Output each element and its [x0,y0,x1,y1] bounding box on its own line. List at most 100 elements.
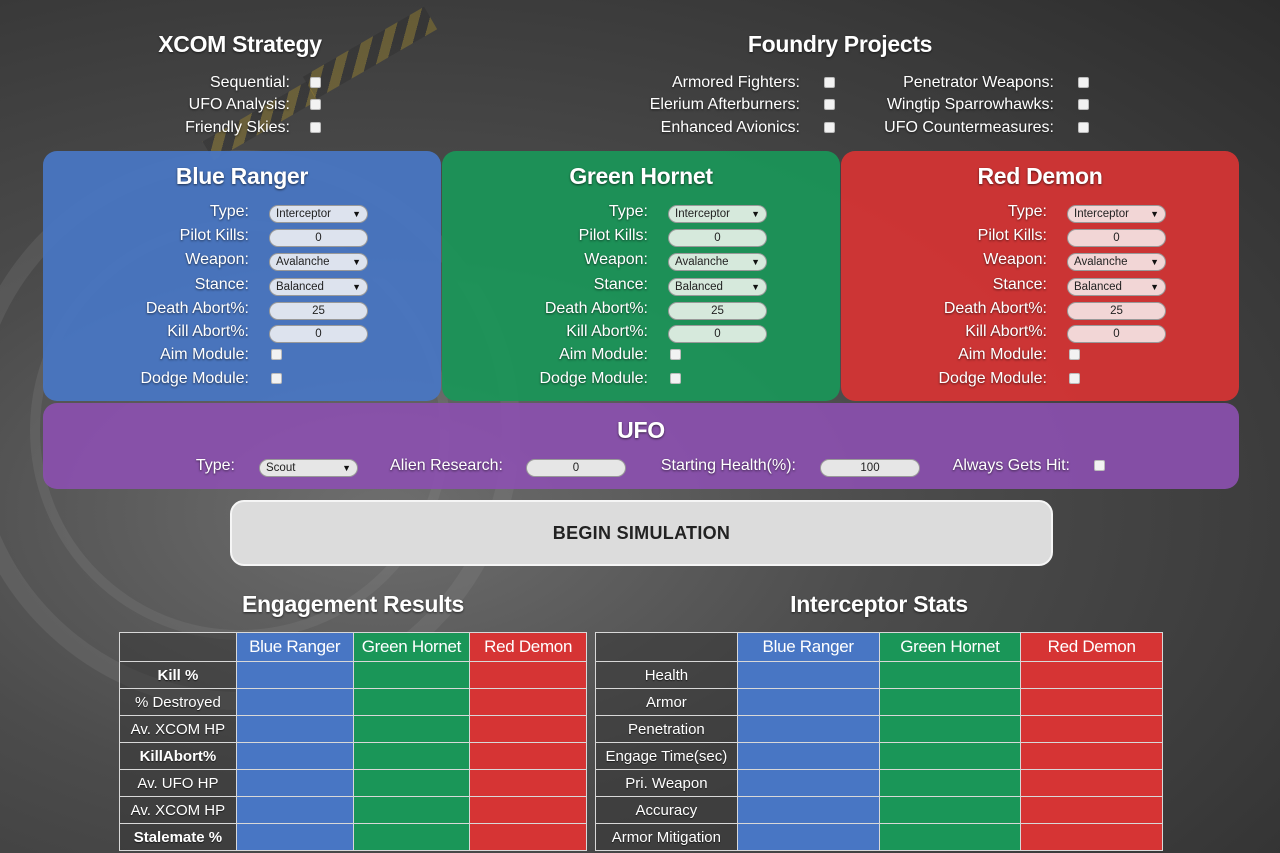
table-cell-green-hornet [878,715,1022,743]
strategy-sequential-checkbox[interactable] [310,77,321,88]
field-label-type: Type: [1007,203,1047,220]
select-value: Avalanche [1074,255,1128,268]
ufo-type-value: Scout [266,461,296,474]
interceptor-stats-title: Interceptor Stats [790,591,968,617]
select-value: Balanced [276,280,324,293]
blue-ranger-kill-abort-input[interactable]: 0 [269,325,368,343]
ufo-always-hit-checkbox[interactable] [1094,460,1105,471]
table-cell-blue-ranger [235,742,354,770]
ufo-type-label: Type: [195,457,235,474]
foundry-armored-fighters-checkbox[interactable] [824,77,835,88]
ufo-health-input[interactable]: 100 [820,459,920,477]
red-demon-type-select[interactable]: Interceptor ▼ [1067,205,1166,223]
strategy-friendly-skies-checkbox[interactable] [310,122,321,133]
blue-ranger-weapon-select[interactable]: Avalanche ▼ [269,253,368,271]
select-value: Interceptor [276,207,331,220]
foundry-wingtip-sparrowhawks-checkbox[interactable] [1078,99,1089,110]
chevron-down-icon: ▼ [751,256,760,267]
column-header-red-demon: Red Demon [469,632,587,662]
table-cell-blue-ranger [235,769,354,797]
red-demon-death-abort-input[interactable]: 25 [1067,302,1166,320]
table-cell-blue-ranger [736,769,880,797]
blue-ranger-death-abort-input[interactable]: 25 [269,302,368,320]
table-cell-red-demon [469,769,587,797]
table-cell-green-hornet [878,823,1022,851]
table-cell-red-demon [1020,661,1163,689]
select-value: Avalanche [675,255,729,268]
row-header: KillAbort% [119,742,237,770]
field-label-stance: Stance: [593,276,648,293]
row-header: Pri. Weapon [595,769,738,797]
green-hornet-aim-module-checkbox[interactable] [670,349,681,360]
red-demon-pilot-kills-input[interactable]: 0 [1067,229,1166,247]
chevron-down-icon: ▼ [342,462,351,473]
strategy-title: XCOM Strategy [158,31,322,57]
field-label-stance: Stance: [992,276,1047,293]
strategy-option-label: UFO Analysis: [188,96,290,113]
field-label-death-abort: Death Abort%: [943,300,1047,317]
red-demon-kill-abort-input[interactable]: 0 [1067,325,1166,343]
green-hornet-type-select[interactable]: Interceptor ▼ [668,205,767,223]
field-label-weapon: Weapon: [185,251,249,268]
row-header: Armor Mitigation [595,823,738,851]
foundry-option-label: Elerium Afterburners: [649,96,800,113]
strategy-ufo-analysis-checkbox[interactable] [310,99,321,110]
table-cell-blue-ranger [235,661,354,689]
field-label-type: Type: [209,203,249,220]
engagement-results-title: Engagement Results [241,591,465,617]
green-hornet-kill-abort-input[interactable]: 0 [668,325,767,343]
table-cell-green-hornet [352,661,471,689]
foundry-enhanced-avionics-checkbox[interactable] [824,122,835,133]
green-hornet-dodge-module-checkbox[interactable] [670,373,681,384]
chevron-down-icon: ▼ [1150,281,1159,292]
blue-ranger-type-select[interactable]: Interceptor ▼ [269,205,368,223]
field-label-kill-abort: Kill Abort%: [965,323,1047,340]
field-label-weapon: Weapon: [983,251,1047,268]
red-demon-stance-select[interactable]: Balanced ▼ [1067,278,1166,296]
select-value: Interceptor [675,207,730,220]
strategy-option-label: Friendly Skies: [185,119,290,136]
field-label-dodge-module: Dodge Module: [539,370,648,387]
blue-ranger-aim-module-checkbox[interactable] [271,349,282,360]
green-hornet-weapon-select[interactable]: Avalanche ▼ [668,253,767,271]
blue-ranger-stance-select[interactable]: Balanced ▼ [269,278,368,296]
table-cell-blue-ranger [235,796,354,824]
field-label-pilot-kills: Pilot Kills: [977,227,1047,244]
table-cell-red-demon [1020,769,1163,797]
table-cell-green-hornet [878,742,1022,770]
table-row: Health [595,661,1163,689]
table-cell-red-demon [1020,715,1163,743]
foundry-option-label: Wingtip Sparrowhawks: [886,96,1054,113]
row-header: Engage Time(sec) [595,742,738,770]
ufo-research-input[interactable]: 0 [526,459,626,477]
chevron-down-icon: ▼ [352,281,361,292]
foundry-penetrator-weapons-checkbox[interactable] [1078,77,1089,88]
blue-ranger-pilot-kills-input[interactable]: 0 [269,229,368,247]
foundry-ufo-countermeasures-checkbox[interactable] [1078,122,1089,133]
table-corner-cell [119,632,237,662]
red-demon-weapon-select[interactable]: Avalanche ▼ [1067,253,1166,271]
red-demon-dodge-module-checkbox[interactable] [1069,373,1080,384]
foundry-option-label: Penetrator Weapons: [903,74,1054,91]
green-hornet-death-abort-input[interactable]: 25 [668,302,767,320]
field-label-kill-abort: Kill Abort%: [167,323,249,340]
table-cell-blue-ranger [736,823,880,851]
table-row: Av. XCOM HP [119,715,587,743]
ufo-always-hit-label: Always Gets Hit: [952,457,1070,474]
green-hornet-stance-select[interactable]: Balanced ▼ [668,278,767,296]
table-cell-green-hornet [352,796,471,824]
table-row: Armor Mitigation [595,823,1163,851]
table-cell-blue-ranger [235,715,354,743]
begin-simulation-button[interactable]: BEGIN SIMULATION [230,500,1053,566]
row-header: Kill % [119,661,237,689]
chevron-down-icon: ▼ [1150,256,1159,267]
ufo-type-select[interactable]: Scout ▼ [259,459,358,477]
interceptor-name: Red Demon [977,163,1103,189]
red-demon-aim-module-checkbox[interactable] [1069,349,1080,360]
field-label-aim-module: Aim Module: [958,346,1047,363]
row-header: Av. UFO HP [119,769,237,797]
blue-ranger-dodge-module-checkbox[interactable] [271,373,282,384]
column-header-red-demon: Red Demon [1020,632,1163,662]
green-hornet-pilot-kills-input[interactable]: 0 [668,229,767,247]
foundry-elerium-afterburners-checkbox[interactable] [824,99,835,110]
